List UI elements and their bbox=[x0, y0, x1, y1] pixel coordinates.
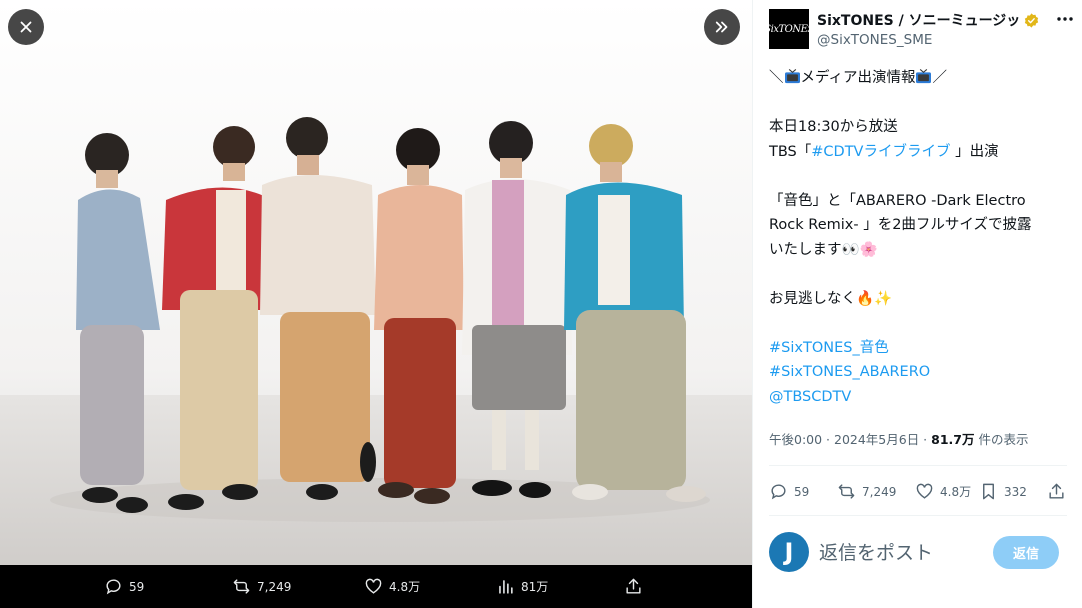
post-line-media-info: ＼ メディア出演情報 ／ bbox=[769, 66, 1069, 91]
media-views-button[interactable]: 81万 bbox=[496, 577, 548, 596]
post-line-songs-1: 「音色」と「ABARERO -Dark Electro bbox=[769, 192, 1026, 209]
share-icon bbox=[626, 578, 641, 594]
post-line-dont-miss: お見逃しなく🔥✨ bbox=[769, 290, 893, 307]
share-button[interactable] bbox=[1047, 482, 1066, 501]
media-reply-button[interactable]: 59 bbox=[104, 577, 144, 596]
reply-button[interactable]: 59 bbox=[769, 482, 809, 501]
media-like-count: 4.8万 bbox=[389, 580, 421, 594]
share-icon bbox=[1049, 483, 1064, 499]
reply-icon bbox=[771, 484, 786, 500]
verified-badge-icon bbox=[1025, 12, 1039, 28]
views-chart-icon bbox=[499, 580, 513, 594]
post-heading-text: メディア出演情報 bbox=[800, 70, 916, 86]
author-handle[interactable]: @SixTONES_SME bbox=[817, 32, 932, 48]
group-photo bbox=[0, 0, 752, 565]
reply-submit-button[interactable]: 返信 bbox=[993, 536, 1059, 569]
like-count: 4.8万 bbox=[940, 485, 972, 499]
reply-count: 59 bbox=[794, 484, 810, 499]
repost-button[interactable]: 7,249 bbox=[837, 482, 896, 501]
post-sidebar: SixTONES SixTONES / ソニーミュージッ @SixTONES_S… bbox=[752, 0, 1082, 608]
media-action-bar: 59 7,249 4.8万 81万 bbox=[0, 565, 752, 608]
post-line-songs-3: いたします👀🌸 bbox=[769, 241, 878, 258]
tv-emoji-icon bbox=[916, 69, 932, 84]
reply-icon bbox=[106, 579, 121, 595]
post-view-label: 件の表示 bbox=[974, 432, 1029, 447]
app-root: 59 7,249 4.8万 81万 SixTONES SixTONES / ソニ… bbox=[0, 0, 1082, 608]
post-line-program: TBS「#CDTVライブライブ 」出演 bbox=[769, 140, 1069, 165]
text-fragment: 」出演 bbox=[950, 143, 999, 160]
avatar-letter: J bbox=[784, 538, 794, 566]
bookmark-icon bbox=[983, 483, 994, 500]
bookmark-count: 332 bbox=[1004, 484, 1027, 499]
close-icon bbox=[20, 21, 32, 33]
media-views-count: 81万 bbox=[521, 580, 549, 594]
divider bbox=[769, 515, 1067, 516]
bookmark-button[interactable]: 332 bbox=[979, 482, 1027, 501]
current-user-avatar[interactable]: J bbox=[769, 532, 809, 572]
media-reply-count: 59 bbox=[129, 579, 145, 594]
text-fragment: TBS「 bbox=[769, 143, 812, 160]
repost-icon bbox=[233, 579, 250, 594]
more-options-icon[interactable] bbox=[1055, 12, 1075, 26]
post-timestamp[interactable]: 午後0:00 · 2024年5月6日 · bbox=[769, 432, 931, 447]
avatar-logo-text: SixTONES bbox=[764, 23, 814, 35]
hashtag-link-abarero[interactable]: #SixTONES_ABARERO bbox=[769, 360, 1069, 385]
media-repost-count: 7,249 bbox=[257, 579, 292, 594]
repost-icon bbox=[838, 484, 855, 499]
author-display-name[interactable]: SixTONES / ソニーミュージッ bbox=[817, 10, 1020, 30]
next-button[interactable] bbox=[704, 9, 740, 45]
hashtag-link-cdtv[interactable]: #CDTVライブライブ bbox=[811, 144, 950, 160]
hashtag-link-neiro[interactable]: #SixTONES_音色 bbox=[769, 336, 1069, 361]
post-line-broadcast: 本日18:30から放送 bbox=[769, 119, 898, 135]
chevron-double-right-icon bbox=[715, 21, 728, 33]
repost-count: 7,249 bbox=[862, 484, 897, 499]
post-body: ＼ メディア出演情報 ／ 本日18:30から放送 TBS「#CDTVライブライブ 」… bbox=[769, 66, 1069, 409]
media-viewer: 59 7,249 4.8万 81万 bbox=[0, 0, 752, 608]
reply-input[interactable]: 返信をポスト bbox=[819, 538, 933, 565]
post-view-count: 81.7万 bbox=[931, 432, 975, 447]
media-share-button[interactable] bbox=[624, 577, 643, 596]
post-line-songs-2: Rock Remix- 」を2曲フルサイズで披露 bbox=[769, 217, 1032, 233]
close-button[interactable] bbox=[8, 9, 44, 45]
post-meta: 午後0:00 · 2024年5月6日 · 81.7万 件の表示 bbox=[769, 429, 1028, 448]
heart-icon bbox=[916, 483, 933, 499]
media-like-button[interactable]: 4.8万 bbox=[364, 577, 420, 596]
text-fragment: ＼ bbox=[769, 70, 784, 86]
divider bbox=[769, 465, 1067, 466]
author-avatar[interactable]: SixTONES bbox=[764, 9, 814, 49]
post-action-row: 59 7,249 4.8万 332 bbox=[769, 478, 1069, 506]
author-name-row: SixTONES / ソニーミュージッ bbox=[817, 10, 1040, 30]
heart-icon bbox=[365, 578, 382, 594]
mention-link-tbscdtv[interactable]: @TBSCDTV bbox=[769, 385, 1069, 410]
media-repost-button[interactable]: 7,249 bbox=[232, 577, 291, 596]
like-button[interactable]: 4.8万 bbox=[915, 482, 971, 501]
tv-emoji-icon bbox=[784, 69, 800, 84]
text-fragment: ／ bbox=[932, 70, 947, 86]
